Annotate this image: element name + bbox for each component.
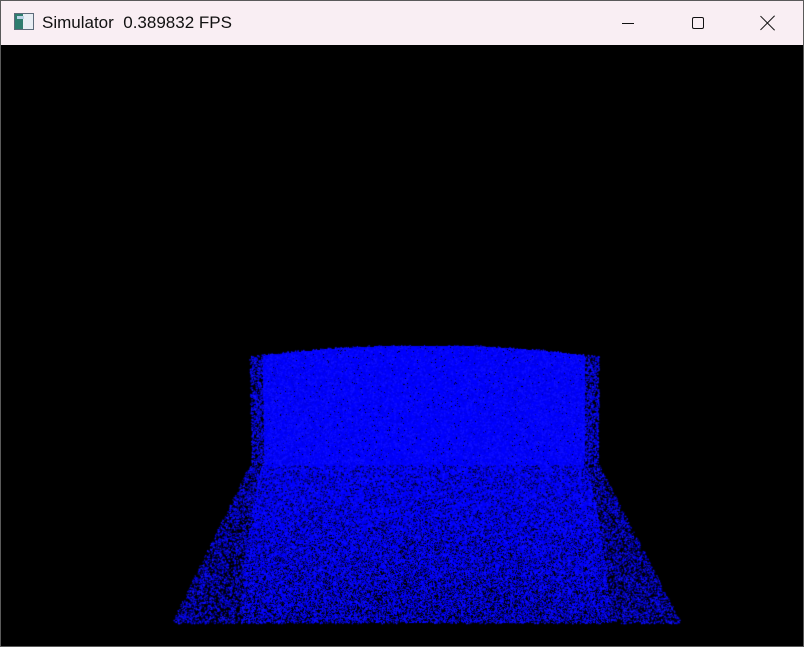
application-window-icon[interactable] <box>14 13 34 30</box>
close-icon <box>760 15 776 31</box>
minimize-icon <box>622 22 634 24</box>
close-button[interactable] <box>733 1 803 45</box>
maximize-button[interactable] <box>663 1 733 45</box>
simulation-viewport[interactable] <box>1 45 803 646</box>
title-bar[interactable]: Simulator 0.389832 FPS <box>1 1 803 45</box>
simulator-window: Simulator 0.389832 FPS <box>0 0 804 647</box>
window-title: Simulator 0.389832 FPS <box>42 13 232 32</box>
particle-canvas <box>1 45 803 646</box>
minimize-button[interactable] <box>593 1 663 45</box>
maximize-icon <box>692 17 704 29</box>
